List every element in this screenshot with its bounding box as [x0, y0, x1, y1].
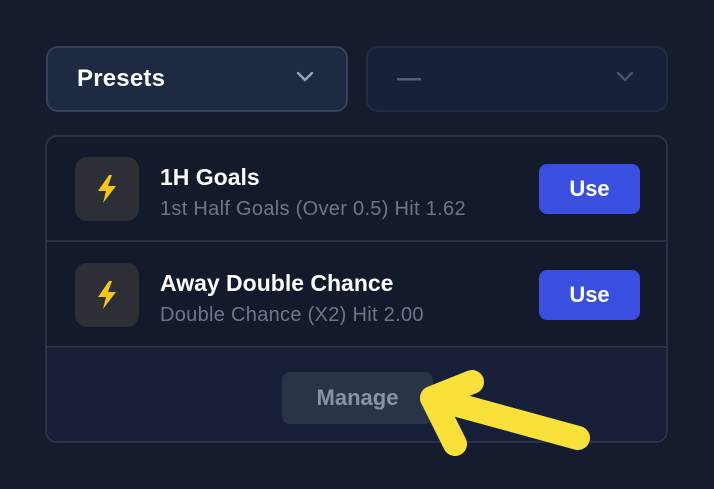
- use-button[interactable]: Use: [539, 164, 640, 214]
- presets-list-card: 1H Goals 1st Half Goals (Over 0.5) Hit 1…: [45, 135, 668, 443]
- secondary-dropdown[interactable]: —: [366, 46, 668, 112]
- preset-icon-tile: [75, 157, 139, 221]
- chevron-down-icon: [616, 71, 634, 82]
- preset-title: Away Double Chance: [160, 270, 394, 296]
- list-item: 1H Goals 1st Half Goals (Over 0.5) Hit 1…: [47, 137, 666, 242]
- lightning-bolt-icon: [98, 281, 116, 309]
- secondary-dropdown-value: —: [397, 65, 421, 92]
- card-footer: Manage: [47, 349, 666, 441]
- use-button[interactable]: Use: [539, 270, 640, 320]
- presets-dropdown[interactable]: Presets: [46, 46, 348, 112]
- chevron-down-icon: [296, 71, 314, 82]
- preset-subtitle: 1st Half Goals (Over 0.5) Hit 1.62: [160, 198, 466, 220]
- preset-title: 1H Goals: [160, 164, 260, 190]
- list-item: Away Double Chance Double Chance (X2) Hi…: [47, 243, 666, 348]
- presets-dropdown-label: Presets: [77, 65, 166, 92]
- preset-icon-tile: [75, 263, 139, 327]
- preset-subtitle: Double Chance (X2) Hit 2.00: [160, 304, 424, 326]
- manage-button[interactable]: Manage: [282, 372, 433, 424]
- lightning-bolt-icon: [98, 175, 116, 203]
